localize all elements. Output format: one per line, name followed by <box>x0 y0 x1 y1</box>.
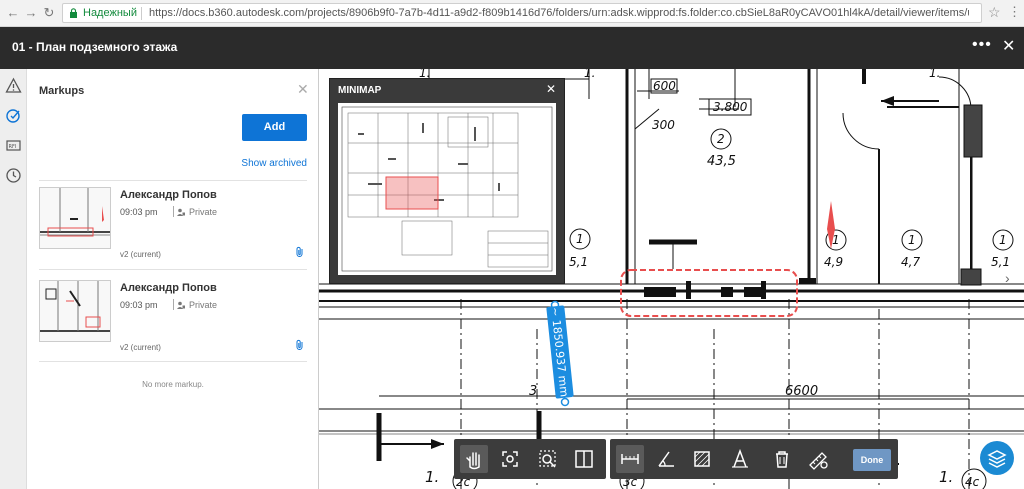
meta-separator <box>173 299 174 310</box>
svg-text:RFI: RFI <box>9 144 17 150</box>
svg-text:600: 600 <box>653 79 676 93</box>
more-options-icon[interactable]: ••• <box>972 36 992 54</box>
markup-thumbnail <box>39 280 111 342</box>
markup-tools: Done <box>610 439 898 479</box>
private-user-icon <box>177 208 185 216</box>
no-more-markup-text: No more markup. <box>142 380 204 389</box>
measure-end-handle[interactable] <box>560 397 570 407</box>
measure-area-icon[interactable] <box>688 445 716 473</box>
svg-text:2: 2 <box>717 132 725 146</box>
markup-card[interactable]: Александр Попов 09:03 pm Private v2 (cur… <box>39 280 307 370</box>
secure-label: Надежный <box>83 7 137 19</box>
lock-icon <box>70 8 77 18</box>
issues-warning-icon[interactable] <box>5 77 22 94</box>
svg-text:1.: 1. <box>939 468 953 486</box>
minimap-view[interactable] <box>338 103 556 275</box>
markups-panel: Markups ✕ Add Show archived Александр По… <box>27 69 319 489</box>
svg-text:1.: 1. <box>425 468 439 486</box>
delete-trash-icon[interactable] <box>768 445 796 473</box>
forward-icon[interactable]: → <box>22 4 40 22</box>
done-button[interactable]: Done <box>853 449 891 471</box>
svg-text:3: 3 <box>529 384 537 399</box>
fit-to-view-icon[interactable] <box>496 445 524 473</box>
minimap-panel[interactable]: MINIMAP ✕ <box>329 78 565 284</box>
meta-separator <box>173 206 174 217</box>
svg-text:6600: 6600 <box>785 384 818 399</box>
svg-text:43,5: 43,5 <box>707 154 736 169</box>
app-header: 01 - План подземного этажа ••• ✕ <box>0 27 1024 69</box>
svg-text:5,1: 5,1 <box>991 255 1010 269</box>
markup-privacy: Private <box>189 300 218 310</box>
svg-text:1: 1 <box>832 233 840 247</box>
minimap-viewport-indicator[interactable] <box>385 176 439 210</box>
address-bar[interactable]: Надежный https://docs.b360.autodesk.com/… <box>62 3 982 23</box>
markup-thumbnail <box>39 187 111 249</box>
measure-distance-icon[interactable] <box>616 445 644 473</box>
layers-icon <box>987 450 1007 468</box>
private-user-icon <box>177 301 185 309</box>
add-markup-button[interactable]: Add <box>242 114 307 141</box>
bookmark-star-icon[interactable]: ☆ <box>988 4 1001 21</box>
reload-icon[interactable]: ↻ <box>40 4 58 22</box>
browser-bar: ← → ↻ Надежный https://docs.b360.autodes… <box>0 0 1024 27</box>
measure-angle-icon[interactable] <box>652 445 680 473</box>
svg-text:3.800: 3.800 <box>713 100 748 114</box>
markup-author: Александр Попов <box>120 282 217 294</box>
browser-menu-icon[interactable]: ⋮ <box>1008 4 1021 20</box>
svg-text:4c: 4c <box>965 475 980 489</box>
document-title: 01 - План подземного этажа <box>12 40 178 54</box>
close-viewer-icon[interactable]: ✕ <box>1002 36 1015 56</box>
svg-text:1.: 1. <box>584 69 595 80</box>
panel-title: Markups <box>39 85 85 97</box>
divider <box>39 361 307 362</box>
divider <box>39 180 307 181</box>
split-view-icon[interactable] <box>570 445 598 473</box>
markup-privacy: Private <box>189 207 218 217</box>
minimap-title: MINIMAP <box>338 85 382 96</box>
markup-version: v2 (current) <box>120 343 161 352</box>
svg-text:5,1: 5,1 <box>569 255 588 269</box>
markup-time: 09:03 pm <box>120 300 158 310</box>
show-archived-link[interactable]: Show archived <box>237 158 307 169</box>
calibrate-icon[interactable] <box>726 445 754 473</box>
zoom-window-icon[interactable] <box>534 445 562 473</box>
close-minimap-icon[interactable]: ✕ <box>546 82 556 96</box>
left-rail: RFI <box>0 69 27 489</box>
pan-hand-icon[interactable] <box>460 445 488 473</box>
back-icon[interactable]: ← <box>4 4 22 22</box>
markup-time: 09:03 pm <box>120 207 158 217</box>
svg-text:300: 300 <box>652 118 675 132</box>
url-separator <box>141 7 142 20</box>
svg-text:1: 1 <box>908 233 916 247</box>
close-panel-icon[interactable]: ✕ <box>297 81 309 98</box>
svg-text:4,9: 4,9 <box>824 255 843 269</box>
markup-version: v2 (current) <box>120 250 161 259</box>
next-arrow-icon[interactable]: › <box>1005 270 1010 286</box>
svg-text:1: 1 <box>999 233 1007 247</box>
rfi-icon[interactable]: RFI <box>5 137 22 154</box>
svg-text:1: 1 <box>576 232 584 246</box>
markup-author: Александр Попов <box>120 189 217 201</box>
navigation-tools <box>454 439 606 479</box>
layers-fab[interactable] <box>980 441 1014 475</box>
attachment-paperclip-icon[interactable] <box>295 246 305 258</box>
markups-icon[interactable] <box>5 107 22 124</box>
divider <box>39 269 307 270</box>
markup-card[interactable]: Александр Попов 09:03 pm Private v2 (cur… <box>39 187 307 277</box>
history-clock-icon[interactable] <box>5 167 22 184</box>
svg-text:4,7: 4,7 <box>901 255 920 269</box>
svg-text:1.: 1. <box>929 69 940 80</box>
url-text[interactable]: https://docs.b360.autodesk.com/projects/… <box>149 7 969 19</box>
measure-settings-icon[interactable] <box>804 445 832 473</box>
attachment-paperclip-icon[interactable] <box>295 339 305 351</box>
markup-toolbar: Done <box>454 439 898 479</box>
